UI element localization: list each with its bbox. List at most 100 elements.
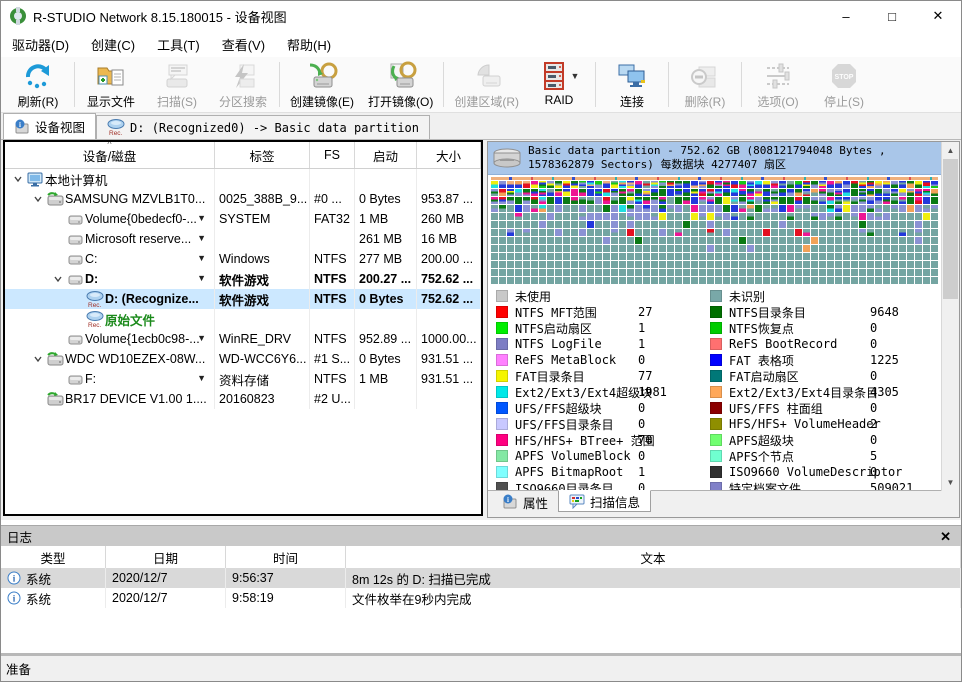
scan-block xyxy=(755,237,762,244)
scan-block xyxy=(731,229,738,236)
tree-row-7[interactable]: Rec.原始文件 xyxy=(5,309,481,329)
scan-pane-tab-0[interactable]: i属性 xyxy=(492,491,558,513)
legend-color-swatch xyxy=(496,434,508,446)
tree-row-8[interactable]: Volume{1ecb0c98-...▼WinRE_DRVNTFS952.89 … xyxy=(5,329,481,349)
legend-item: FAT目录条目77 xyxy=(496,368,655,384)
menu-item-1[interactable]: 创建(C) xyxy=(80,31,146,58)
scan-block xyxy=(571,261,578,268)
minimize-button[interactable]: – xyxy=(823,1,869,31)
scan-block xyxy=(619,277,626,284)
toolbar-button-1[interactable]: 显示文件 xyxy=(78,57,144,112)
chevron-down-icon[interactable] xyxy=(11,174,25,184)
tree-row-11[interactable]: BR17 DEVICE V1.00 1....20160823#2 U... xyxy=(5,389,481,409)
scan-block xyxy=(899,277,906,284)
scan-block xyxy=(827,197,834,204)
legend-color-swatch xyxy=(496,290,508,302)
toolbar-button-label: 刷新(R) xyxy=(18,93,59,110)
view-tab-0[interactable]: i设备视图 xyxy=(3,113,96,139)
scan-block xyxy=(579,237,586,244)
scroll-down-icon[interactable]: ▼ xyxy=(942,474,959,491)
tree-column-header-1[interactable]: 标签 xyxy=(215,142,310,168)
tree-row-1[interactable]: SAMSUNG MZVLB1T0...0025_388B_9...#0 ...0… xyxy=(5,189,481,209)
menu-item-3[interactable]: 查看(V) xyxy=(211,31,276,58)
vertical-scrollbar[interactable]: ▲ ▼ xyxy=(941,142,959,491)
scan-pane-tab-1[interactable]: 扫描信息 xyxy=(558,490,651,512)
scan-block xyxy=(731,213,738,220)
legend-color-swatch xyxy=(710,306,722,318)
scan-block xyxy=(771,237,778,244)
scan-block xyxy=(555,269,562,276)
tree-column-header-3[interactable]: 启动 xyxy=(355,142,417,168)
scan-block xyxy=(875,213,882,220)
tree-row-4[interactable]: C:▼WindowsNTFS277 MB200.00 ... xyxy=(5,249,481,269)
scan-block xyxy=(843,181,850,188)
toolbar-button-8[interactable]: 连接 xyxy=(599,57,665,112)
scan-block xyxy=(651,189,658,196)
scan-block xyxy=(811,277,818,284)
menu-item-2[interactable]: 工具(T) xyxy=(146,31,211,58)
tree-row-0[interactable]: 本地计算机 xyxy=(5,169,481,189)
scroll-up-icon[interactable]: ▲ xyxy=(942,142,959,159)
tree-column-header-0[interactable]: 设备/磁盘^ xyxy=(5,142,215,168)
tree-row-6[interactable]: Rec.D: (Recognize...软件游戏NTFS0 Bytes752.6… xyxy=(5,289,481,309)
volume-dropdown-icon[interactable]: ▼ xyxy=(197,273,206,283)
tree-row-3[interactable]: Microsoft reserve...▼261 MB16 MB xyxy=(5,229,481,249)
scan-block xyxy=(779,205,786,212)
scan-block xyxy=(747,277,754,284)
log-column-header-2[interactable]: 时间 xyxy=(226,546,346,568)
chevron-down-icon[interactable]: ▼ xyxy=(571,71,580,81)
toolbar-button-0[interactable]: 刷新(R) xyxy=(5,57,71,112)
volume-dropdown-icon[interactable]: ▼ xyxy=(197,213,206,223)
tree-row-9[interactable]: WDC WD10EZEX-08W...WD-WCC6Y6...#1 S...0 … xyxy=(5,349,481,369)
volume-dropdown-icon[interactable]: ▼ xyxy=(197,233,206,243)
scan-block xyxy=(755,181,762,188)
scan-block xyxy=(739,189,746,196)
chevron-down-icon[interactable] xyxy=(31,354,45,364)
toolbar-button-7[interactable]: ▼RAID xyxy=(526,57,592,112)
toolbar-button-4[interactable]: 创建镜像(E) xyxy=(283,57,361,112)
toolbar-button-label: 分区搜索 xyxy=(219,93,267,110)
tree-row-2[interactable]: Volume{0bedecf0-...▼SYSTEMFAT321 MB260 M… xyxy=(5,209,481,229)
scan-block xyxy=(651,213,658,220)
log-column-header-0[interactable]: 类型 xyxy=(1,546,106,568)
scan-block xyxy=(835,189,842,196)
volume-dropdown-icon[interactable]: ▼ xyxy=(197,253,206,263)
scan-block xyxy=(619,213,626,220)
toolbar-button-5[interactable]: 打开镜像(O) xyxy=(361,57,440,112)
scan-block xyxy=(747,213,754,220)
log-row-0[interactable]: i系统2020/12/79:56:378m 12s 的 D: 扫描已完成 xyxy=(1,568,961,588)
log-column-header-3[interactable]: 文本 xyxy=(346,546,961,568)
scan-block xyxy=(891,205,898,212)
tree-row-5[interactable]: D:▼软件游戏NTFS200.27 ...752.62 ... xyxy=(5,269,481,289)
tree-row-10[interactable]: F:▼资料存储NTFS1 MB931.51 ... xyxy=(5,369,481,389)
scan-block xyxy=(531,237,538,244)
log-row-1[interactable]: i系统2020/12/79:58:19文件枚举在9秒内完成 xyxy=(1,588,961,608)
chevron-down-icon[interactable] xyxy=(51,274,65,284)
scan-block xyxy=(643,213,650,220)
menu-item-0[interactable]: 驱动器(D) xyxy=(1,31,80,58)
scan-block xyxy=(691,197,698,204)
chevron-down-icon[interactable] xyxy=(31,194,45,204)
tree-column-header-2[interactable]: FS xyxy=(310,142,355,168)
maximize-button[interactable]: □ xyxy=(869,1,915,31)
scan-block xyxy=(787,197,794,204)
scan-block xyxy=(851,181,858,188)
volume-dropdown-icon[interactable]: ▼ xyxy=(197,333,206,343)
view-tab-1[interactable]: Rec.D: (Recognized0) -> Basic data parti… xyxy=(96,115,430,139)
scan-block xyxy=(707,181,714,188)
scan-block xyxy=(619,229,626,236)
menu-item-4[interactable]: 帮助(H) xyxy=(276,31,342,58)
volume-dropdown-icon[interactable]: ▼ xyxy=(197,373,206,383)
close-button[interactable]: ✕ xyxy=(915,1,961,31)
scrollbar-thumb[interactable] xyxy=(943,159,958,299)
scan-block xyxy=(595,253,602,260)
log-column-header-1[interactable]: 日期 xyxy=(106,546,226,568)
scan-block xyxy=(811,213,818,220)
tree-column-header-4[interactable]: 大小 xyxy=(417,142,481,168)
scan-block xyxy=(627,189,634,196)
scan-block xyxy=(515,269,522,276)
log-close-icon[interactable]: ✕ xyxy=(940,529,951,545)
scan-block xyxy=(603,197,610,204)
scan-map-grid xyxy=(491,181,942,284)
scan-block xyxy=(851,189,858,196)
